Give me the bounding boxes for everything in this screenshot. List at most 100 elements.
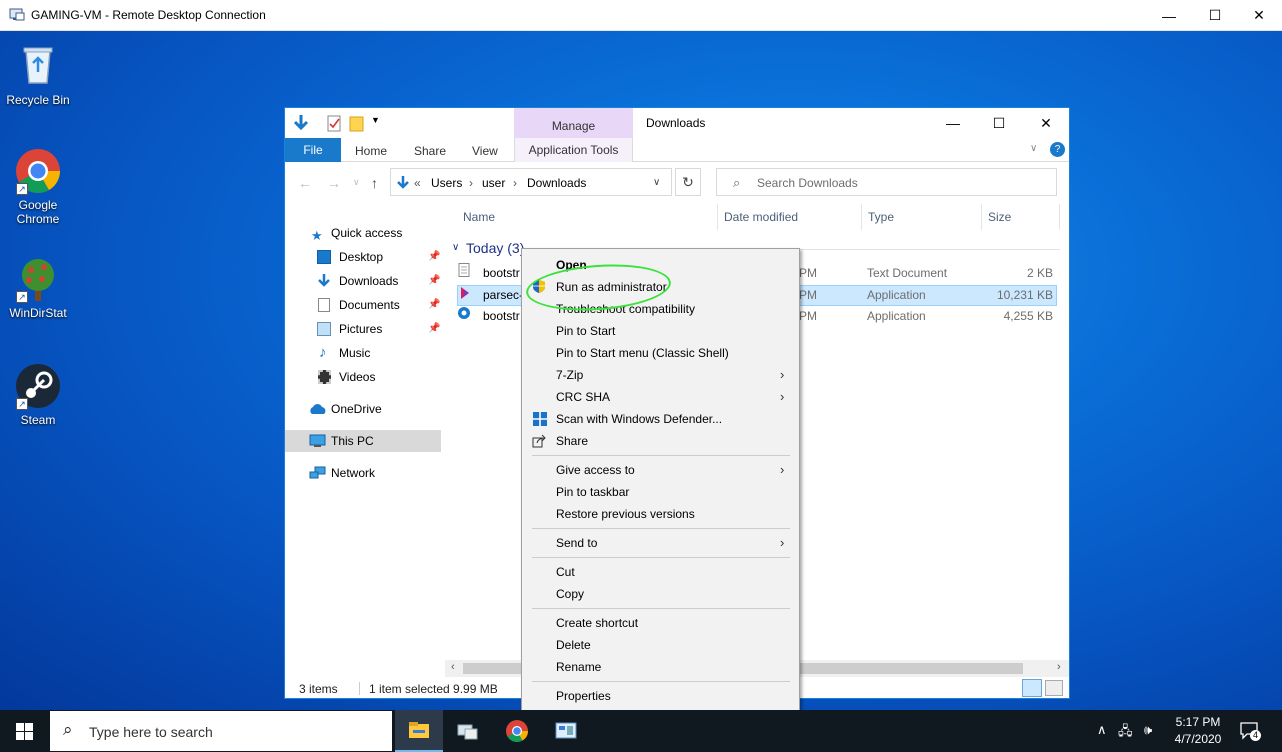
search-icon: ⌕ <box>63 720 73 739</box>
menu-item-share[interactable]: Share <box>523 430 798 452</box>
menu-item-7-zip[interactable]: 7-Zip › <box>523 364 798 386</box>
tab-home[interactable]: Home <box>355 144 387 158</box>
pin-icon[interactable]: 📌 <box>428 294 440 316</box>
nav-item-desktop[interactable]: Desktop 📌 <box>285 246 441 268</box>
shortcut-arrow-icon: ↗ <box>16 291 28 303</box>
new-folder-icon[interactable] <box>349 114 365 132</box>
show-hidden-icons[interactable]: ∧ <box>1097 722 1107 738</box>
context-menu[interactable]: Open Run as administrator Troubleshoot com… <box>521 248 800 711</box>
column-name[interactable]: Name <box>463 210 495 224</box>
ribbon-expand-icon[interactable]: ∨ <box>1030 143 1037 154</box>
recent-locations-icon[interactable]: ∨ <box>353 177 360 188</box>
menu-item-scan-with-windows-defender[interactable]: Scan with Windows Defender... <box>523 408 798 430</box>
forward-arrow-icon[interactable]: → <box>327 175 341 191</box>
menu-item-properties[interactable]: Properties <box>523 685 798 707</box>
column-divider[interactable] <box>717 204 718 230</box>
address-bar[interactable]: « Users › user › Downloads ∨ <box>390 168 672 196</box>
pin-icon[interactable]: 📌 <box>428 270 440 292</box>
tab-file[interactable]: File <box>285 138 341 162</box>
tab-share[interactable]: Share <box>414 144 446 158</box>
scroll-left-icon[interactable]: ‹ <box>451 661 455 673</box>
desktop-icon-recycle-bin[interactable]: Recycle Bin <box>1 39 75 107</box>
help-icon[interactable]: ? <box>1050 142 1065 157</box>
volume-icon[interactable]: 🕪 <box>1144 722 1152 738</box>
nav-item-pictures[interactable]: Pictures 📌 <box>285 318 441 340</box>
breadcrumb-downloads[interactable]: Downloads <box>527 176 586 190</box>
submenu-chevron-icon: › <box>780 535 785 550</box>
taskbar-file-explorer[interactable] <box>395 710 443 752</box>
rdp-minimize-button[interactable]: — <box>1146 0 1192 31</box>
column-size[interactable]: Size <box>988 210 1011 224</box>
menu-item-pin-to-start-menu-classic-shell[interactable]: Pin to Start menu (Classic Shell) <box>523 342 798 364</box>
pin-icon[interactable]: 📌 <box>428 318 440 340</box>
column-divider[interactable] <box>1059 204 1060 230</box>
column-date-modified[interactable]: Date modified <box>724 210 798 224</box>
menu-item-pin-to-start[interactable]: Pin to Start <box>523 320 798 342</box>
shortcut-arrow-icon: ↗ <box>16 398 28 410</box>
group-collapse-icon[interactable]: ∨ <box>452 242 459 253</box>
menu-item-give-access-to[interactable]: Give access to › <box>523 459 798 481</box>
group-header-today[interactable]: Today (3) <box>466 240 524 256</box>
explorer-maximize-button[interactable]: ☐ <box>976 108 1022 138</box>
menu-item-send-to[interactable]: Send to › <box>523 532 798 554</box>
desktop-icon-steam[interactable]: ↗ Steam <box>1 362 75 427</box>
menu-item-crc-sha[interactable]: CRC SHA › <box>523 386 798 408</box>
taskbar-chrome[interactable] <box>493 710 541 752</box>
menu-item-cut[interactable]: Cut <box>523 561 798 583</box>
taskbar-search-box[interactable]: ⌕ Type here to search <box>50 711 392 751</box>
search-input[interactable]: ⌕ Search Downloads <box>716 168 1057 196</box>
desktop-icon-chrome[interactable]: ↗ Google Chrome <box>1 147 75 226</box>
up-arrow-icon[interactable]: ↑ <box>371 175 378 191</box>
tab-application-tools[interactable]: Application Tools <box>514 138 633 162</box>
rdp-maximize-button[interactable]: ☐ <box>1192 0 1238 31</box>
system-clock[interactable]: 5:17 PM 4/7/2020 <box>1166 714 1230 748</box>
nav-item-documents[interactable]: Documents 📌 <box>285 294 441 316</box>
scroll-right-icon[interactable]: › <box>1057 661 1061 673</box>
pin-icon[interactable]: 📌 <box>428 246 440 268</box>
menu-item-pin-to-taskbar[interactable]: Pin to taskbar <box>523 481 798 503</box>
nav-item-downloads[interactable]: Downloads 📌 <box>285 270 441 292</box>
menu-item-rename[interactable]: Rename <box>523 656 798 678</box>
nav-item-onedrive[interactable]: OneDrive <box>285 398 441 420</box>
taskbar-control-panel[interactable] <box>542 710 590 752</box>
desktop-icon-windirstat[interactable]: ↗ WinDirStat <box>1 255 75 320</box>
tab-view[interactable]: View <box>472 144 498 158</box>
breadcrumb-user[interactable]: user <box>482 176 505 190</box>
column-type[interactable]: Type <box>868 210 894 224</box>
properties-icon[interactable] <box>327 114 342 132</box>
menu-separator <box>532 681 790 682</box>
nav-item-videos[interactable]: Videos <box>285 366 441 388</box>
menu-item-create-shortcut[interactable]: Create shortcut <box>523 612 798 634</box>
menu-item-delete[interactable]: Delete <box>523 634 798 656</box>
rdp-app-icon <box>9 8 25 21</box>
back-arrow-icon[interactable]: ← <box>298 175 312 191</box>
nav-item-network[interactable]: Network <box>285 462 441 484</box>
submenu-chevron-icon: › <box>780 367 785 382</box>
explorer-title-bar: ▼ Manage Downloads — ☐ ✕ <box>285 108 1069 162</box>
chrome-icon <box>506 720 528 742</box>
column-divider[interactable] <box>981 204 982 230</box>
refresh-button[interactable]: ↻ <box>675 168 701 196</box>
qat-dropdown-icon[interactable]: ▼ <box>371 115 380 133</box>
nav-item-music[interactable]: ♪ Music <box>285 342 441 364</box>
large-icons-view-icon[interactable] <box>1045 680 1063 696</box>
action-center-button[interactable]: 4 <box>1238 719 1262 743</box>
onedrive-icon <box>310 404 326 414</box>
control-panel-icon <box>555 722 577 739</box>
address-dropdown-icon[interactable]: ∨ <box>653 177 660 188</box>
menu-item-label: Share <box>556 434 589 448</box>
network-tray-icon[interactable]: 🖧 <box>1118 722 1133 744</box>
rdp-close-button[interactable]: ✕ <box>1236 0 1282 31</box>
menu-item-restore-previous-versions[interactable]: Restore previous versions <box>523 503 798 525</box>
menu-item-copy[interactable]: Copy <box>523 583 798 605</box>
details-view-icon[interactable] <box>1022 679 1042 697</box>
start-button[interactable] <box>0 710 48 752</box>
nav-item-quick-access[interactable]: ★ Quick access <box>285 222 441 244</box>
explorer-minimize-button[interactable]: — <box>930 108 976 138</box>
column-divider[interactable] <box>861 204 862 230</box>
breadcrumb-users[interactable]: Users <box>431 176 462 190</box>
taskbar-rdp[interactable] <box>444 710 492 752</box>
nav-item-this-pc[interactable]: This PC <box>285 430 441 452</box>
explorer-close-button[interactable]: ✕ <box>1023 108 1069 138</box>
breadcrumb-overflow[interactable]: « <box>414 176 421 190</box>
